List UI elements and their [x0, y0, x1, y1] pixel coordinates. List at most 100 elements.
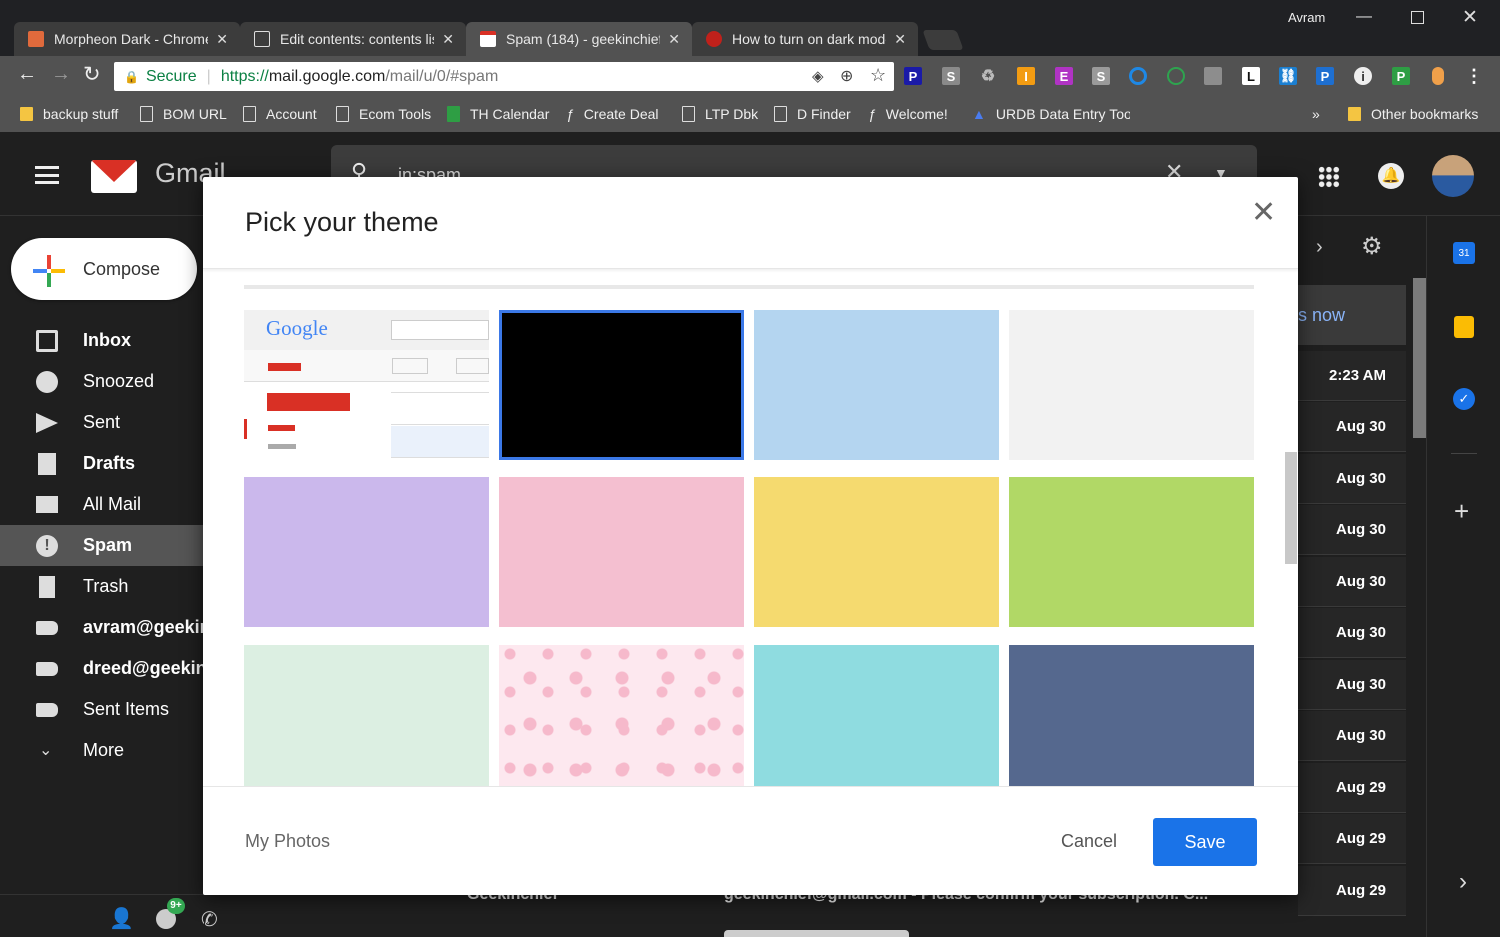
theme-pink[interactable]	[499, 477, 744, 627]
nav-sent[interactable]: Sent	[0, 402, 203, 443]
theme-dark[interactable]	[499, 310, 744, 460]
banner-text[interactable]: s now	[1298, 305, 1345, 326]
dialog-scrollbar[interactable]	[1285, 452, 1297, 564]
bookmarks-overflow-button[interactable]: »	[1312, 106, 1320, 122]
theme-light-gray[interactable]	[1009, 310, 1254, 460]
close-tab-icon[interactable]: ✕	[216, 31, 228, 48]
close-tab-icon[interactable]: ✕	[442, 31, 454, 48]
browser-tab[interactable]: Edit contents: contents list ✕	[240, 22, 466, 56]
extension-bookmark-icon[interactable]: I	[1017, 67, 1035, 85]
theme-default[interactable]: Google	[244, 310, 489, 460]
nav-inbox[interactable]: Inbox	[0, 320, 203, 361]
nav-snoozed[interactable]: Snoozed	[0, 361, 203, 402]
add-addon-icon[interactable]: +	[1454, 496, 1469, 527]
chevron-right-icon[interactable]: ›	[1459, 868, 1467, 896]
bookmark-item[interactable]: TH Calendar	[447, 106, 549, 122]
theme-green[interactable]	[1009, 477, 1254, 627]
view-site-info-icon[interactable]: ◈	[812, 67, 824, 85]
extension-link-icon[interactable]: ⛓	[1279, 67, 1297, 85]
extension-drop-icon[interactable]	[1432, 67, 1444, 85]
bookmark-item[interactable]: ƒ Create Deal	[566, 106, 659, 122]
extension-e-icon[interactable]: E	[1055, 67, 1073, 85]
extension-circle-icon[interactable]	[1129, 67, 1147, 85]
tab-title: Edit contents: contents list	[280, 31, 435, 47]
bookmark-item[interactable]: ▲ URDB Data Entry Tool	[972, 106, 1130, 122]
bookmark-item[interactable]: BOM URL	[140, 106, 227, 122]
my-photos-button[interactable]: My Photos	[245, 831, 330, 852]
extension-s2-icon[interactable]: S	[1092, 67, 1110, 85]
other-bookmarks[interactable]: Other bookmarks	[1348, 106, 1478, 122]
compose-button[interactable]: Compose	[11, 238, 197, 300]
bookmark-item[interactable]: Ecom Tools	[336, 106, 431, 122]
theme-mint[interactable]	[244, 645, 489, 786]
bookmark-item[interactable]: backup stuff	[20, 106, 118, 122]
chrome-menu-icon[interactable]: ⋮	[1465, 66, 1483, 86]
person-icon[interactable]: 👤	[109, 906, 134, 931]
url-path: /mail/u/0/#spam	[385, 67, 499, 85]
new-tab-button[interactable]	[922, 30, 964, 50]
extension-recycle-icon[interactable]: ♻	[979, 67, 997, 85]
theme-slate-blue[interactable]	[1009, 645, 1254, 786]
back-icon[interactable]: ←	[17, 63, 37, 86]
extension-sheets-icon[interactable]: P	[1392, 67, 1410, 85]
cancel-button[interactable]: Cancel	[1061, 831, 1117, 852]
zoom-icon[interactable]: ⊕	[840, 66, 853, 86]
extension-chart-icon[interactable]	[1204, 67, 1222, 85]
bookmark-item[interactable]: LTP Dbk	[682, 106, 758, 122]
extension-l-icon[interactable]: L	[1242, 67, 1260, 85]
nav-spam[interactable]: ! Spam	[0, 525, 203, 566]
minimize-icon[interactable]: —	[1356, 8, 1372, 26]
browser-tab-active[interactable]: Spam (184) - geekinchief ✕	[466, 22, 692, 56]
nav-more[interactable]: ⌄ More	[0, 730, 203, 771]
settings-gear-icon[interactable]: ⚙	[1361, 232, 1383, 261]
gmail-logo-icon[interactable]	[91, 160, 137, 193]
reload-icon[interactable]: ↻	[83, 62, 101, 87]
theme-yellow[interactable]	[754, 477, 999, 627]
nav-label-avram[interactable]: avram@geekinchief	[0, 607, 203, 648]
profile-name[interactable]: Avram	[1288, 10, 1325, 25]
list-scrollbar[interactable]	[1413, 278, 1426, 438]
extension-p-icon[interactable]: P	[904, 67, 922, 85]
close-window-icon[interactable]: ✕	[1462, 6, 1478, 29]
nav-sent-items[interactable]: Sent Items	[0, 689, 203, 730]
forward-icon[interactable]: →	[51, 63, 71, 86]
table-row[interactable]: Geekinchief geekinchief@gmail.com - Plea…	[331, 894, 1298, 916]
close-tab-icon[interactable]: ✕	[894, 31, 906, 48]
browser-tab[interactable]: Morpheon Dark - Chrome ✕	[14, 22, 240, 56]
nav-trash[interactable]: Trash	[0, 566, 203, 607]
close-tab-icon[interactable]: ✕	[668, 31, 680, 48]
extension-info-icon[interactable]: i	[1354, 67, 1372, 85]
sheets-icon	[447, 106, 460, 122]
browser-tab[interactable]: How to turn on dark mode ✕	[692, 22, 918, 56]
extension-android-icon[interactable]	[1167, 67, 1185, 85]
avatar[interactable]	[1432, 155, 1474, 197]
nav-all-mail[interactable]: All Mail	[0, 484, 203, 525]
extension-p2-icon[interactable]: P	[1316, 67, 1334, 85]
bookmark-label: Other bookmarks	[1371, 106, 1479, 122]
label-icon	[36, 702, 58, 717]
chevron-right-icon[interactable]: ›	[1316, 236, 1323, 259]
keep-icon[interactable]	[1454, 316, 1474, 338]
calendar-icon[interactable]: 31	[1453, 242, 1475, 264]
email-sender: Geekinchief	[467, 894, 558, 903]
bookmark-star-icon[interactable]: ☆	[870, 65, 886, 86]
notifications-icon[interactable]: 🔔	[1378, 163, 1404, 189]
theme-cherry-blossom[interactable]	[499, 645, 744, 786]
maximize-icon[interactable]	[1411, 11, 1424, 24]
tasks-icon[interactable]: ✓	[1453, 388, 1475, 410]
nav-drafts[interactable]: Drafts	[0, 443, 203, 484]
theme-turquoise[interactable]	[754, 645, 999, 786]
phone-icon[interactable]: ✆	[201, 907, 218, 932]
nav-label-dreed[interactable]: dreed@geekinchief	[0, 648, 203, 689]
close-icon[interactable]: ✕	[1251, 195, 1276, 230]
theme-light-blue[interactable]	[754, 310, 999, 460]
bookmark-item[interactable]: D Finder	[774, 106, 851, 122]
theme-lavender[interactable]	[244, 477, 489, 627]
save-button[interactable]: Save	[1153, 818, 1257, 866]
apps-grid-icon[interactable]	[1318, 166, 1340, 188]
main-menu-icon[interactable]	[35, 166, 59, 184]
extension-s-icon[interactable]: S	[942, 67, 960, 85]
bookmark-item[interactable]: Account	[243, 106, 317, 122]
address-bar[interactable]: 🔒 Secure | https://mail.google.com/mail/…	[114, 62, 894, 91]
bookmark-item[interactable]: ƒ Welcome!	[868, 106, 948, 122]
